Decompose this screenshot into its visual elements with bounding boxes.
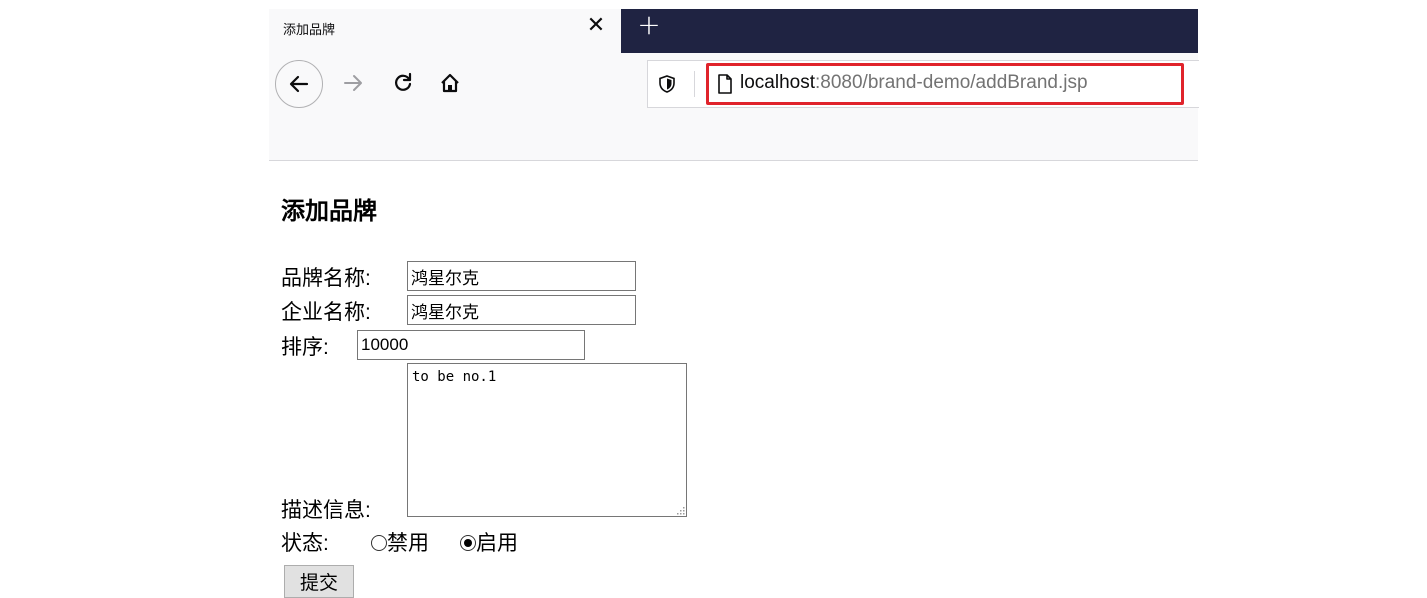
close-tab-icon[interactable]: ✕ xyxy=(585,15,607,37)
active-tab[interactable]: 添加品牌 ✕ xyxy=(269,9,621,53)
url-separator xyxy=(694,71,695,97)
nav-toolbar: localhost:8080/brand-demo/addBrand.jsp xyxy=(269,53,1199,161)
brand-name-input[interactable] xyxy=(407,261,636,291)
home-button[interactable] xyxy=(433,66,467,100)
shield-icon[interactable] xyxy=(654,71,680,97)
reload-button[interactable] xyxy=(386,66,420,100)
back-arrow-icon xyxy=(289,75,309,93)
company-name-input[interactable] xyxy=(407,295,636,325)
radio-enabled[interactable] xyxy=(460,535,476,551)
description-label: 描述信息: xyxy=(281,499,371,522)
page-content: 添加品牌 品牌名称: 企业名称: 排序: to be no.1 描述信息: 状态… xyxy=(281,192,881,598)
status-option-disabled[interactable]: 禁用 xyxy=(371,527,429,557)
tab-strip: 添加品牌 ✕ + xyxy=(269,9,1198,53)
reload-icon xyxy=(395,72,412,91)
radio-disabled[interactable] xyxy=(371,535,387,551)
home-icon xyxy=(441,73,459,93)
url-host: localhost xyxy=(740,72,815,93)
page-heading: 添加品牌 xyxy=(281,198,377,225)
forward-button[interactable] xyxy=(336,66,370,100)
url-bar[interactable]: localhost:8080/brand-demo/addBrand.jsp xyxy=(647,60,1199,108)
url-text[interactable]: localhost:8080/brand-demo/addBrand.jsp xyxy=(740,72,1088,94)
status-label: 状态: xyxy=(281,532,329,555)
submit-button[interactable]: 提交 xyxy=(284,565,354,598)
browser-window: 添加品牌 ✕ + localhost:8080/brand-demo/addBr… xyxy=(269,9,1199,598)
ordered-label: 排序: xyxy=(281,336,329,359)
new-tab-button[interactable]: + xyxy=(637,11,661,39)
back-button[interactable] xyxy=(275,60,323,108)
url-path: :8080/brand-demo/addBrand.jsp xyxy=(815,72,1088,93)
forward-arrow-icon xyxy=(344,75,362,91)
status-option-enabled[interactable]: 启用 xyxy=(460,527,518,557)
company-name-label: 企业名称: xyxy=(281,301,371,324)
tab-title: 添加品牌 xyxy=(283,23,336,38)
description-textarea[interactable]: to be no.1 xyxy=(407,363,687,517)
radio-enabled-label: 启用 xyxy=(476,532,518,555)
resize-grip-icon[interactable] xyxy=(675,505,685,515)
brand-name-label: 品牌名称: xyxy=(281,267,371,290)
ordered-input[interactable] xyxy=(357,330,585,360)
page-icon xyxy=(714,71,736,97)
radio-disabled-label: 禁用 xyxy=(387,532,429,555)
